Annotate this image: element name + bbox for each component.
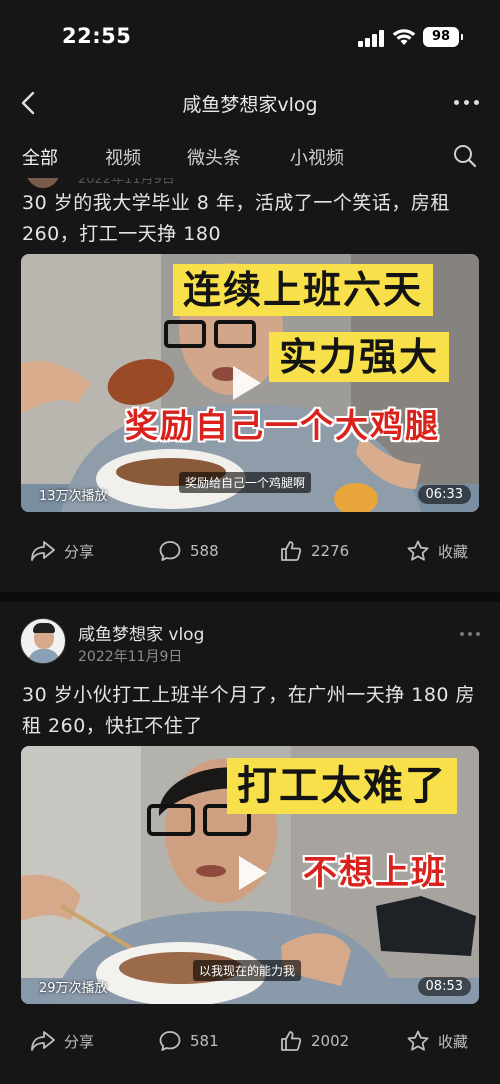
video-overlay-text: 奖励自己一个大鸡腿 [125,406,440,445]
favorite-label: 收藏 [438,542,469,561]
post-actions: 分享 581 2002 收藏 [0,1020,500,1060]
comment-button[interactable]: 588 [158,538,219,564]
cellular-signal-icon [358,30,384,47]
star-icon [407,1030,429,1051]
video-overlay-text: 打工太难了 [227,758,457,814]
battery-icon: 98 [423,27,463,47]
search-icon[interactable] [452,143,478,169]
post-card[interactable]: 2022年11月9日 30 岁的我大学毕业 8 年，活成了一个笑话，房租 260… [0,178,500,582]
post-date: 2022年11月9日 [78,178,175,187]
favorite-button[interactable]: 收藏 [406,1028,468,1054]
more-options-icon[interactable] [452,98,482,108]
favorite-label: 收藏 [438,1032,469,1051]
video-caption: 奖励给自己一个鸡腿啊 [179,472,312,493]
thumbs-up-icon [281,541,302,561]
post-title[interactable]: 30 岁小伙打工上班半个月了，在广州一天挣 180 房租 260，快扛不住了 [22,680,478,742]
share-label: 分享 [64,1032,95,1051]
tab-bar: 全部 视频 微头条 小视频 [0,134,500,178]
thumbs-up-icon [281,1031,302,1051]
video-overlay-text: 不想上班 [303,853,447,893]
share-button[interactable]: 分享 [30,538,94,564]
comment-icon [159,541,181,561]
feed: 2022年11月9日 30 岁的我大学毕业 8 年，活成了一个笑话，房租 260… [0,178,500,1084]
favorite-button[interactable]: 收藏 [406,538,468,564]
play-icon[interactable] [233,366,261,400]
tab-short-videos[interactable]: 小视频 [290,144,344,170]
video-overlay-text: 实力强大 [269,332,450,382]
share-button[interactable]: 分享 [30,1028,94,1054]
like-count: 2276 [311,542,350,560]
post-date: 2022年11月9日 [78,649,183,665]
share-icon [31,1031,55,1051]
status-bar: 22:55 98 [0,0,500,76]
author-name[interactable]: 咸鱼梦想家 vlog [78,620,204,645]
view-count: 29万次播放 [39,981,108,996]
status-time: 22:55 [62,24,132,48]
wifi-icon [392,29,416,45]
post-card[interactable]: 咸鱼梦想家 vlog 2022年11月9日 30 岁小伙打工上班半个月了，在广州… [0,602,500,1084]
video-thumbnail[interactable]: 连续上班六天 实力强大 奖励自己一个大鸡腿 奖励给自己一个鸡腿啊 13万次播放 … [21,254,479,512]
tab-videos[interactable]: 视频 [105,144,141,170]
author-avatar[interactable] [26,178,60,188]
star-icon [407,540,429,561]
comment-count: 581 [190,1032,219,1050]
post-title[interactable]: 30 岁的我大学毕业 8 年，活成了一个笑话，房租 260，打工一天挣 180 [22,188,478,250]
tab-all[interactable]: 全部 [22,144,58,170]
video-duration: 06:33 [417,485,471,504]
post-actions: 分享 588 2276 收藏 [0,530,500,570]
post-header: 咸鱼梦想家 vlog 2022年11月9日 [0,602,500,665]
like-button[interactable]: 2276 [279,538,349,564]
video-overlay-text: 连续上班六天 [173,264,434,316]
nav-bar: 咸鱼梦想家vlog [0,76,500,130]
share-icon [31,541,55,561]
post-more-icon[interactable] [460,632,482,638]
like-count: 2002 [311,1032,350,1050]
video-duration: 08:53 [417,977,471,996]
comment-icon [159,1031,181,1051]
author-avatar[interactable] [20,618,66,664]
view-count: 13万次播放 [39,489,108,504]
like-button[interactable]: 2002 [279,1028,349,1054]
comment-button[interactable]: 581 [158,1028,219,1054]
page-title: 咸鱼梦想家vlog [182,94,318,116]
comment-count: 588 [190,542,219,560]
play-icon[interactable] [239,856,267,890]
video-thumbnail[interactable]: 打工太难了 不想上班 以我现在的能力我 29万次播放 08:53 [21,746,479,1004]
feed-divider [0,592,500,602]
video-caption: 以我现在的能力我 [193,960,302,981]
share-label: 分享 [64,542,95,561]
tab-micro-posts[interactable]: 微头条 [187,144,241,170]
